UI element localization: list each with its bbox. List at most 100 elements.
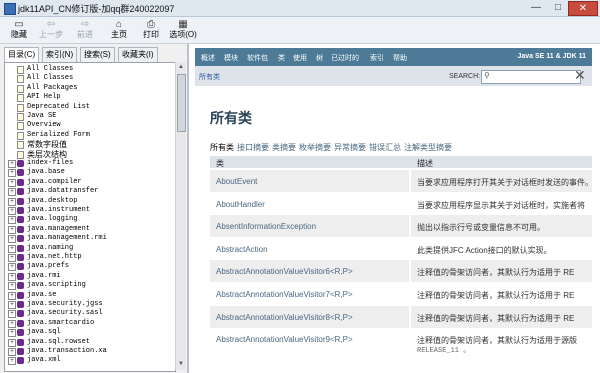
filter-tab[interactable]: 接口摘要 bbox=[237, 143, 269, 152]
nav-item[interactable]: 索引 bbox=[370, 53, 384, 63]
tab-index[interactable]: 索引(N) bbox=[42, 47, 78, 63]
tree-item[interactable]: Java SE bbox=[5, 112, 173, 121]
expand-icon[interactable]: + bbox=[8, 254, 16, 262]
tree-item[interactable]: + java.security.sasl bbox=[5, 309, 173, 319]
nav-item[interactable]: 使用 bbox=[293, 53, 307, 63]
expand-icon[interactable]: + bbox=[8, 310, 16, 319]
tree-item[interactable]: + java.rmi bbox=[5, 272, 173, 281]
expand-icon[interactable]: + bbox=[8, 225, 16, 234]
expand-icon[interactable]: + bbox=[8, 178, 16, 187]
tree-item[interactable]: All Classes bbox=[5, 65, 173, 74]
tree-item[interactable]: + java.instrument bbox=[5, 206, 173, 215]
search-input[interactable]: ⚲ bbox=[481, 70, 581, 84]
filter-tab[interactable]: 类摘要 bbox=[272, 143, 296, 152]
class-link[interactable]: AbstractAnnotationValueVisitor6<R,P> bbox=[216, 267, 353, 276]
tree-item[interactable]: 类层次结构 bbox=[5, 150, 173, 159]
filter-tab[interactable]: 所有类 bbox=[210, 143, 234, 152]
tree-item[interactable]: 常数字段值 bbox=[5, 140, 173, 150]
expand-icon[interactable]: + bbox=[8, 235, 16, 244]
tree-item[interactable]: + java.transaction.xa bbox=[5, 347, 173, 356]
expand-icon[interactable]: + bbox=[8, 338, 16, 347]
filter-tab[interactable]: 异常摘要 bbox=[334, 143, 366, 152]
nav-item[interactable]: 帮助 bbox=[393, 53, 407, 63]
tree-item[interactable]: + index-files bbox=[5, 159, 173, 168]
filter-tab[interactable]: 错误汇总 bbox=[369, 143, 401, 152]
scroll-up-icon[interactable]: ▲ bbox=[177, 63, 185, 72]
hide-button[interactable]: ▭ 隐藏 bbox=[4, 19, 34, 41]
class-link[interactable]: AbsentInformationException bbox=[216, 222, 316, 231]
tree-item[interactable]: + java.security.jgss bbox=[5, 300, 173, 309]
filter-tab[interactable]: 枚举摘要 bbox=[299, 143, 331, 152]
expand-icon[interactable]: + bbox=[8, 357, 16, 366]
expand-icon[interactable]: + bbox=[8, 272, 16, 281]
tree-item[interactable]: + java.prefs bbox=[5, 262, 173, 272]
options-button[interactable]: ▦ 选项(O) bbox=[168, 19, 198, 41]
expand-icon[interactable]: + bbox=[8, 348, 16, 356]
nav-item[interactable]: 模块 bbox=[224, 53, 238, 63]
scroll-thumb[interactable] bbox=[177, 74, 186, 132]
tree-item[interactable]: + java.logging bbox=[5, 215, 173, 225]
tree-item-label: java.instrument bbox=[27, 206, 91, 214]
expand-icon[interactable]: + bbox=[8, 291, 16, 300]
nav-item[interactable]: 概述 bbox=[201, 53, 215, 63]
expand-icon[interactable]: + bbox=[8, 263, 16, 272]
tree-item[interactable]: Serialized Form bbox=[5, 131, 173, 140]
class-link[interactable]: AbstractAnnotationValueVisitor7<R,P> bbox=[216, 290, 353, 299]
class-link[interactable]: AboutHandler bbox=[216, 200, 265, 209]
contents-tree[interactable]: All Classes All Classes All Packages API He… bbox=[4, 62, 176, 372]
nav-item[interactable]: 已过时的 bbox=[331, 53, 359, 63]
tab-search[interactable]: 搜索(S) bbox=[80, 47, 115, 63]
tree-item[interactable]: + java.smartcardio bbox=[5, 319, 173, 328]
class-link[interactable]: AboutEvent bbox=[216, 177, 257, 186]
nav-item[interactable]: 树 bbox=[316, 53, 323, 63]
minimize-button[interactable]: — bbox=[526, 1, 546, 14]
expand-icon[interactable]: + bbox=[8, 282, 16, 291]
tree-item[interactable]: + java.naming bbox=[5, 244, 173, 253]
class-link[interactable]: AbstractAnnotationValueVisitor9<R,P> bbox=[216, 335, 353, 344]
tab-favorites[interactable]: 收藏夹(I) bbox=[118, 47, 158, 63]
tree-item[interactable]: + java.sql.rowset bbox=[5, 338, 173, 347]
expand-icon[interactable]: + bbox=[8, 329, 16, 338]
expand-icon[interactable]: + bbox=[8, 188, 16, 197]
expand-icon[interactable]: + bbox=[8, 207, 16, 215]
tree-item[interactable]: + java.scripting bbox=[5, 281, 173, 291]
tree-item[interactable]: + java.sql bbox=[5, 328, 173, 338]
tree-item[interactable]: Deprecated List bbox=[5, 103, 173, 112]
expand-icon[interactable]: + bbox=[8, 301, 16, 309]
expand-icon[interactable]: + bbox=[8, 169, 16, 178]
tree-item[interactable]: + java.base bbox=[5, 168, 173, 178]
home-button[interactable]: ⌂ 主页 bbox=[104, 19, 134, 41]
nav-item[interactable]: 类 bbox=[278, 53, 285, 63]
forward-button[interactable]: ⇨ 前进 bbox=[70, 19, 100, 41]
print-button[interactable]: ⎙ 打印 bbox=[136, 19, 166, 41]
breadcrumb[interactable]: 所有类 bbox=[199, 72, 220, 82]
expand-icon[interactable]: + bbox=[8, 319, 16, 328]
expand-icon[interactable]: + bbox=[8, 216, 16, 225]
tree-scrollbar[interactable]: ▲ ▼ bbox=[175, 62, 186, 370]
clear-search-icon[interactable]: ✕ bbox=[574, 67, 586, 83]
class-link[interactable]: AbstractAnnotationValueVisitor8<R,P> bbox=[216, 313, 353, 322]
tree-item[interactable]: + java.compiler bbox=[5, 178, 173, 187]
expand-icon[interactable]: + bbox=[8, 244, 16, 253]
tree-item[interactable]: Overview bbox=[5, 121, 173, 131]
tree-item[interactable]: All Classes bbox=[5, 74, 173, 84]
tree-item[interactable]: + java.se bbox=[5, 291, 173, 300]
expand-icon[interactable]: + bbox=[8, 197, 16, 206]
tree-item[interactable]: + java.xml bbox=[5, 356, 173, 366]
back-button[interactable]: ⇦ 上一步 bbox=[36, 19, 66, 41]
tree-item[interactable]: + java.management bbox=[5, 225, 173, 234]
maximize-button[interactable]: □ bbox=[548, 1, 568, 14]
tree-item[interactable]: + java.datatransfer bbox=[5, 187, 173, 197]
close-button[interactable]: ✕ bbox=[568, 1, 598, 16]
class-link[interactable]: AbstractAction bbox=[216, 245, 268, 254]
tree-item[interactable]: + java.net.http bbox=[5, 253, 173, 262]
nav-item[interactable]: 软件包 bbox=[247, 53, 268, 63]
tree-item[interactable]: + java.desktop bbox=[5, 197, 173, 206]
tree-item[interactable]: All Packages bbox=[5, 84, 173, 93]
scroll-down-icon[interactable]: ▼ bbox=[177, 360, 185, 369]
tree-item[interactable]: + java.management.rmi bbox=[5, 234, 173, 244]
tab-contents[interactable]: 目录(C) bbox=[4, 47, 40, 63]
tree-item[interactable]: API Help bbox=[5, 93, 173, 103]
filter-tab[interactable]: 注解类型摘要 bbox=[404, 143, 452, 152]
expand-icon[interactable]: + bbox=[8, 160, 16, 168]
